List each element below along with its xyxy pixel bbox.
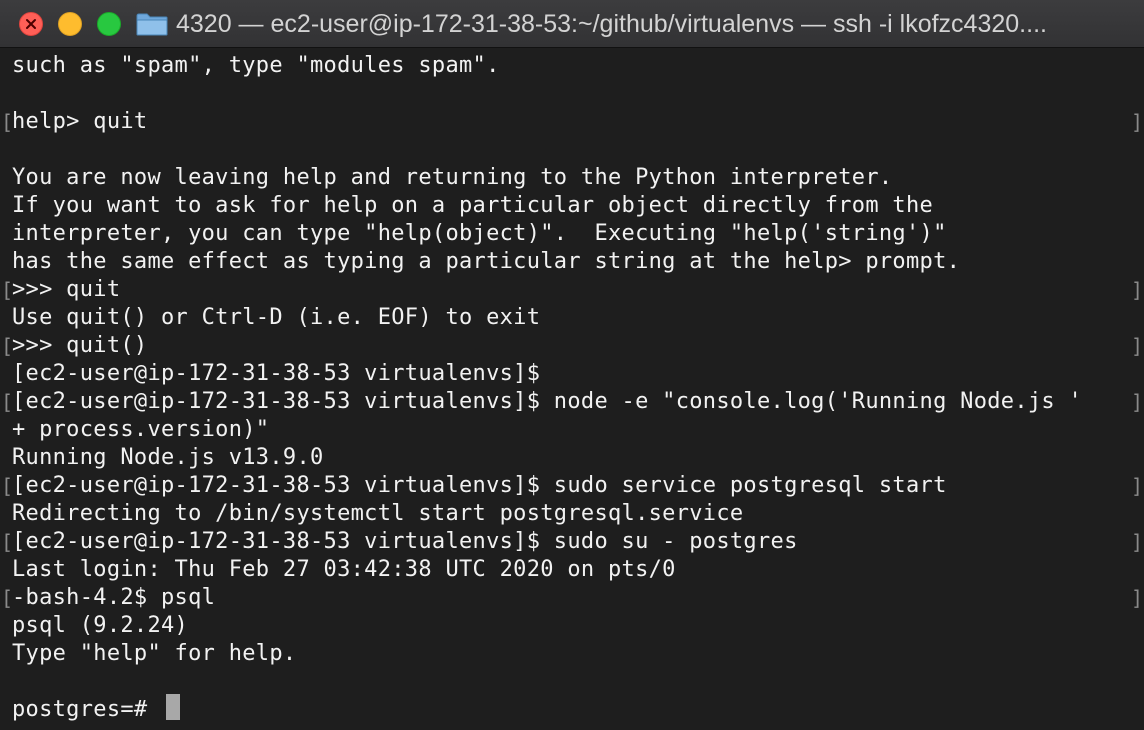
window-title: 4320 — ec2-user@ip-172-31-38-53:~/github… <box>176 10 1047 38</box>
command-mark-right: ] <box>1131 586 1144 610</box>
terminal-line: Type "help" for help. <box>12 641 297 666</box>
terminal-line: help> quit <box>12 109 148 134</box>
terminal-line: Last login: Thu Feb 27 03:42:38 UTC 2020… <box>12 557 676 582</box>
terminal-line: -bash-4.2$ psql <box>12 585 216 610</box>
terminal-line: Redirecting to /bin/systemctl start post… <box>12 501 744 526</box>
terminal-line: + process.version)" <box>12 417 270 442</box>
terminal-line: [ec2-user@ip-172-31-38-53 virtualenvs]$ … <box>12 389 1083 414</box>
title-bar: 4320 — ec2-user@ip-172-31-38-53:~/github… <box>0 0 1144 48</box>
minimize-button[interactable] <box>58 12 82 36</box>
command-mark-left: [ <box>1 334 14 358</box>
command-mark-left: [ <box>1 474 14 498</box>
command-mark-left: [ <box>1 586 14 610</box>
terminal-line: such as "spam", type "modules spam". <box>12 53 500 78</box>
command-mark-left: [ <box>1 530 14 554</box>
terminal-cursor <box>166 694 180 720</box>
command-mark-left: [ <box>1 390 14 414</box>
terminal-line: >>> quit() <box>12 333 148 358</box>
command-mark-right: ] <box>1131 110 1144 134</box>
command-mark-left: [ <box>1 278 14 302</box>
close-icon <box>26 19 36 29</box>
terminal-line: [ec2-user@ip-172-31-38-53 virtualenvs]$ … <box>12 473 947 498</box>
zoom-button[interactable] <box>97 12 121 36</box>
terminal-line: [ec2-user@ip-172-31-38-53 virtualenvs]$ … <box>12 529 798 554</box>
command-mark-right: ] <box>1131 530 1144 554</box>
command-mark-right: ] <box>1131 474 1144 498</box>
terminal-line: [ec2-user@ip-172-31-38-53 virtualenvs]$ <box>12 361 541 386</box>
terminal-line: You are now leaving help and returning t… <box>12 165 893 190</box>
terminal-line: >>> quit <box>12 277 121 302</box>
terminal-line: If you want to ask for help on a particu… <box>12 193 934 218</box>
terminal-line: interpreter, you can type "help(object)"… <box>12 221 947 246</box>
terminal-line: has the same effect as typing a particul… <box>12 249 961 274</box>
terminal-output[interactable]: such as "spam", type "modules spam". hel… <box>0 48 1144 730</box>
command-mark-right: ] <box>1131 278 1144 302</box>
close-button[interactable] <box>19 12 43 36</box>
command-mark-right: ] <box>1131 334 1144 358</box>
terminal-line: Running Node.js v13.9.0 <box>12 445 324 470</box>
terminal-window: 4320 — ec2-user@ip-172-31-38-53:~/github… <box>0 0 1144 730</box>
terminal-line: Use quit() or Ctrl-D (i.e. EOF) to exit <box>12 305 541 330</box>
command-mark-left: [ <box>1 110 14 134</box>
folder-icon <box>136 13 168 36</box>
terminal-prompt-line: postgres=# <box>12 697 161 722</box>
terminal-line: psql (9.2.24) <box>12 613 189 638</box>
command-mark-right: ] <box>1131 390 1144 414</box>
